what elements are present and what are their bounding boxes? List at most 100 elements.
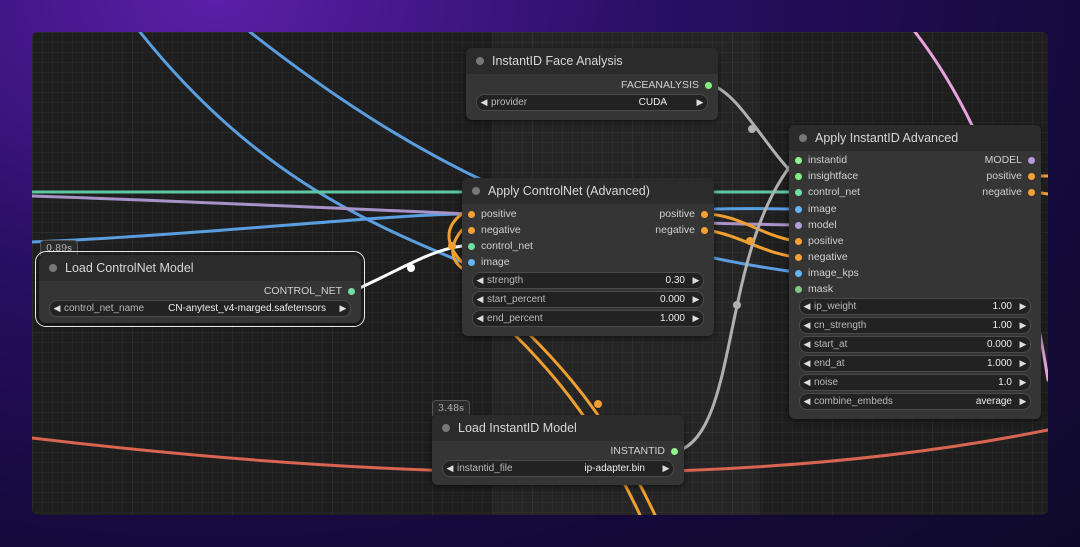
- left-arrow-icon[interactable]: ◀: [800, 301, 814, 312]
- output-negative[interactable]: negative: [655, 223, 708, 237]
- output-pin-icon[interactable]: [1028, 188, 1035, 196]
- cn-strength-widget[interactable]: ◀ cn_strength 1.00 ▶: [799, 317, 1031, 334]
- right-arrow-icon[interactable]: ▶: [689, 313, 703, 324]
- left-arrow-icon[interactable]: ◀: [473, 294, 487, 305]
- output-pin-icon[interactable]: [701, 210, 708, 218]
- node-load-controlnet[interactable]: Load ControlNet Model CONTROL_NET ◀ contr…: [35, 251, 365, 327]
- slot-label: negative: [982, 186, 1022, 198]
- input-instantid[interactable]: instantid: [795, 153, 847, 167]
- noise-widget[interactable]: ◀ noise 1.0 ▶: [799, 374, 1031, 391]
- input-image-kps[interactable]: image_kps: [795, 266, 859, 280]
- start-percent-widget[interactable]: ◀ start_percent 0.000 ▶: [472, 291, 704, 308]
- input-control-net[interactable]: control_net: [468, 239, 533, 253]
- end-at-widget[interactable]: ◀ end_at 1.000 ▶: [799, 355, 1031, 372]
- output-instantid[interactable]: INSTANTID: [610, 444, 678, 458]
- right-arrow-icon[interactable]: ▶: [336, 303, 350, 314]
- input-pin-icon[interactable]: [795, 285, 802, 293]
- node-face-analysis[interactable]: InstantID Face Analysis FACEANALYSIS ◀ p…: [466, 48, 718, 120]
- output-positive[interactable]: positive: [986, 169, 1035, 183]
- slot-label: positive: [808, 235, 844, 247]
- left-arrow-icon[interactable]: ◀: [800, 339, 814, 350]
- right-arrow-icon[interactable]: ▶: [689, 275, 703, 286]
- output-pin-icon[interactable]: [671, 447, 678, 455]
- input-negative[interactable]: negative: [468, 223, 521, 237]
- input-image[interactable]: image: [468, 255, 510, 269]
- output-control-net[interactable]: CONTROL_NET: [264, 284, 355, 298]
- input-insightface[interactable]: insightface: [795, 169, 858, 183]
- input-pin-icon[interactable]: [468, 258, 475, 266]
- left-arrow-icon[interactable]: ◀: [50, 303, 64, 314]
- input-pin-icon[interactable]: [468, 210, 475, 218]
- left-arrow-icon[interactable]: ◀: [800, 377, 814, 388]
- output-pin-icon[interactable]: [1028, 172, 1035, 180]
- left-arrow-icon[interactable]: ◀: [800, 320, 814, 331]
- right-arrow-icon[interactable]: ▶: [659, 463, 673, 474]
- right-arrow-icon[interactable]: ▶: [1016, 339, 1030, 350]
- widget-label: provider: [491, 97, 528, 108]
- input-negative[interactable]: negative: [795, 250, 848, 264]
- left-arrow-icon[interactable]: ◀: [473, 275, 487, 286]
- input-model[interactable]: model: [795, 218, 837, 232]
- output-pin-icon[interactable]: [705, 81, 712, 89]
- input-pin-icon[interactable]: [468, 242, 475, 250]
- input-control-net[interactable]: control_net: [795, 185, 860, 199]
- input-mask[interactable]: mask: [795, 282, 833, 296]
- widget-label: end_percent: [487, 313, 543, 324]
- slot-label: positive: [659, 208, 695, 220]
- collapse-dot-icon[interactable]: [49, 264, 57, 272]
- left-arrow-icon[interactable]: ◀: [800, 358, 814, 369]
- end-percent-widget[interactable]: ◀ end_percent 1.000 ▶: [472, 310, 704, 327]
- node-load-instantid[interactable]: Load InstantID Model INSTANTID ◀ instanti…: [432, 415, 684, 485]
- collapse-dot-icon[interactable]: [799, 134, 807, 142]
- input-pin-icon[interactable]: [795, 188, 802, 196]
- node-apply-instantid[interactable]: Apply InstantID Advanced instantid insig…: [789, 125, 1041, 419]
- instantid-file-combo[interactable]: ◀ instantid_file ip-adapter.bin ▶: [442, 460, 674, 477]
- input-pin-icon[interactable]: [795, 221, 802, 229]
- right-arrow-icon[interactable]: ▶: [689, 294, 703, 305]
- widget-label: combine_embeds: [814, 396, 893, 407]
- input-pin-icon[interactable]: [795, 253, 802, 261]
- widget-value: 1.000: [659, 313, 685, 324]
- collapse-dot-icon[interactable]: [442, 424, 450, 432]
- combine-embeds-combo[interactable]: ◀ combine_embeds average ▶: [799, 393, 1031, 410]
- node-title[interactable]: Load ControlNet Model: [39, 255, 361, 281]
- right-arrow-icon[interactable]: ▶: [1016, 301, 1030, 312]
- output-model[interactable]: MODEL: [985, 153, 1035, 167]
- right-arrow-icon[interactable]: ▶: [1016, 396, 1030, 407]
- left-arrow-icon[interactable]: ◀: [443, 463, 457, 474]
- output-pin-icon[interactable]: [1028, 156, 1035, 164]
- node-title[interactable]: Apply InstantID Advanced: [789, 125, 1041, 151]
- output-faceanalysis[interactable]: FACEANALYSIS: [621, 78, 712, 92]
- output-pin-icon[interactable]: [701, 226, 708, 234]
- right-arrow-icon[interactable]: ▶: [693, 97, 707, 108]
- input-pin-icon[interactable]: [795, 269, 802, 277]
- start-at-widget[interactable]: ◀ start_at 0.000 ▶: [799, 336, 1031, 353]
- ip-weight-widget[interactable]: ◀ ip_weight 1.00 ▶: [799, 298, 1031, 315]
- input-image[interactable]: image: [795, 202, 837, 216]
- control-net-name-combo[interactable]: ◀ control_net_name CN-anytest_v4-marged.sa…: [49, 300, 351, 317]
- right-arrow-icon[interactable]: ▶: [1016, 377, 1030, 388]
- strength-widget[interactable]: ◀ strength 0.30 ▶: [472, 272, 704, 289]
- input-pin-icon[interactable]: [795, 172, 802, 180]
- input-pin-icon[interactable]: [795, 237, 802, 245]
- right-arrow-icon[interactable]: ▶: [1016, 320, 1030, 331]
- output-positive[interactable]: positive: [659, 207, 708, 221]
- left-arrow-icon[interactable]: ◀: [800, 396, 814, 407]
- left-arrow-icon[interactable]: ◀: [473, 313, 487, 324]
- node-apply-controlnet[interactable]: Apply ControlNet (Advanced) positive neg…: [462, 178, 714, 336]
- input-positive[interactable]: positive: [795, 234, 844, 248]
- input-positive[interactable]: positive: [468, 207, 517, 221]
- collapse-dot-icon[interactable]: [472, 187, 480, 195]
- left-arrow-icon[interactable]: ◀: [477, 97, 491, 108]
- node-title[interactable]: InstantID Face Analysis: [466, 48, 718, 74]
- output-negative[interactable]: negative: [982, 185, 1035, 199]
- node-title[interactable]: Load InstantID Model: [432, 415, 684, 441]
- input-pin-icon[interactable]: [795, 205, 802, 213]
- input-pin-icon[interactable]: [795, 156, 802, 164]
- provider-combo[interactable]: ◀ provider CUDA ▶: [476, 94, 708, 111]
- right-arrow-icon[interactable]: ▶: [1016, 358, 1030, 369]
- output-pin-icon[interactable]: [348, 287, 355, 295]
- node-title[interactable]: Apply ControlNet (Advanced): [462, 178, 714, 204]
- input-pin-icon[interactable]: [468, 226, 475, 234]
- collapse-dot-icon[interactable]: [476, 57, 484, 65]
